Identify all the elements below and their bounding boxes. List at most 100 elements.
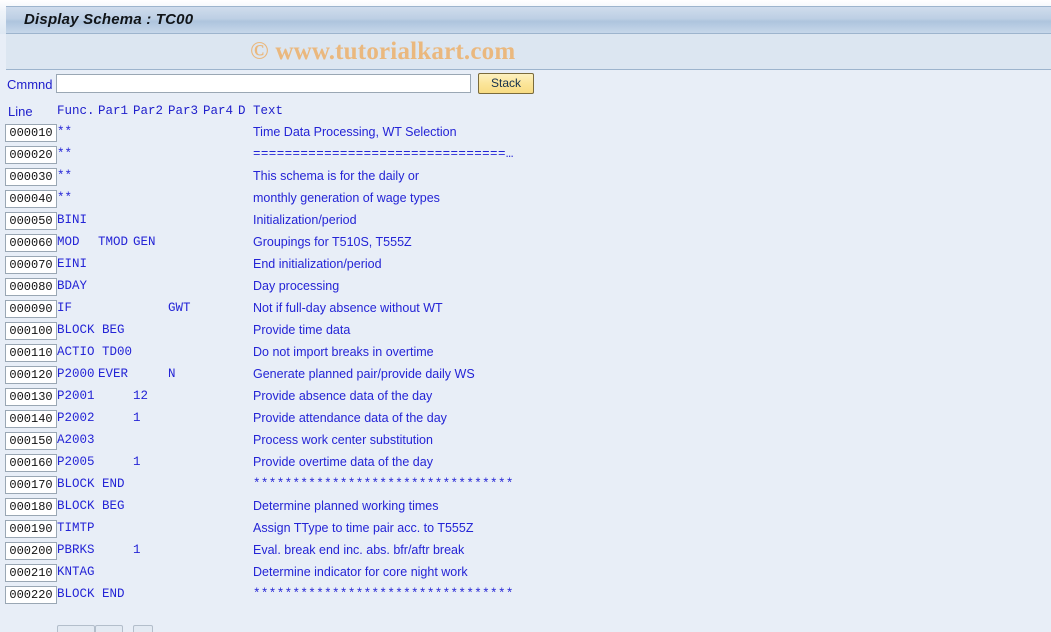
schema-cell-func[interactable]: PBRKS [57,543,95,557]
line-number-field[interactable]: 000110 [5,344,57,362]
line-number-field[interactable]: 000020 [5,146,57,164]
schema-cell-text[interactable]: End initialization/period [253,257,382,271]
schema-cell-func[interactable]: ** [57,169,72,183]
schema-cell-text[interactable]: This schema is for the daily or [253,169,419,183]
schema-cell-text[interactable]: Time Data Processing, WT Selection [253,125,457,139]
line-number-field[interactable]: 000210 [5,564,57,582]
line-number-field[interactable]: 000090 [5,300,57,318]
line-number-field[interactable]: 000180 [5,498,57,516]
schema-cell-func[interactable]: ** [57,125,72,139]
schema-cell-text[interactable]: ================================… [253,147,514,161]
schema-cell-func[interactable]: MOD [57,235,80,249]
schema-cell-text[interactable]: monthly generation of wage types [253,191,440,205]
schema-cell-text[interactable]: Process work center substitution [253,433,433,447]
line-number-field[interactable]: 000220 [5,586,57,604]
schema-cell-text[interactable]: Determine indicator for core night work [253,565,468,579]
bottom-toolbar-button-1[interactable] [57,625,95,632]
table-row[interactable]: 000020 ** ================================… [0,145,1051,167]
schema-cell-func[interactable]: BLOCK END [57,477,125,491]
line-number-field[interactable]: 000010 [5,124,57,142]
stack-button[interactable]: Stack [478,73,534,94]
command-input[interactable] [56,74,471,93]
schema-cell-func[interactable]: BDAY [57,279,87,293]
table-row[interactable]: 000210 KNTAG Determine indicator for core … [0,563,1051,585]
table-row[interactable]: 000090 IF GWT Not if full-day absence witho… [0,299,1051,321]
table-row[interactable]: 000130 P2001 12 Provide absence data of the… [0,387,1051,409]
schema-cell-par3[interactable]: GWT [168,301,191,315]
schema-cell-text[interactable]: Provide time data [253,323,350,337]
table-row[interactable]: 000060 MOD TMOD GEN Groupings for T510S, T55… [0,233,1051,255]
schema-cell-func[interactable]: ** [57,147,72,161]
schema-cell-text[interactable]: Provide attendance data of the day [253,411,447,425]
line-number-field[interactable]: 000170 [5,476,57,494]
schema-cell-par2[interactable]: 1 [133,455,141,469]
schema-cell-func[interactable]: ** [57,191,72,205]
schema-cell-par2[interactable]: 1 [133,543,141,557]
line-number-field[interactable]: 000140 [5,410,57,428]
table-row[interactable]: 000190 TIMTP Assign TType to time pair acc… [0,519,1051,541]
table-row[interactable]: 000120 P2000 EVER N Generate planned pair/pr… [0,365,1051,387]
schema-cell-text[interactable]: Day processing [253,279,339,293]
schema-cell-text[interactable]: Initialization/period [253,213,357,227]
schema-cell-func[interactable]: IF [57,301,72,315]
schema-cell-func[interactable]: BLOCK BEG [57,499,125,513]
schema-cell-func[interactable]: BLOCK BEG [57,323,125,337]
table-row[interactable]: 000150 A2003 Process work center substitut… [0,431,1051,453]
schema-cell-func[interactable]: BINI [57,213,87,227]
table-row[interactable]: 000040 ** monthly generation of wage types [0,189,1051,211]
schema-cell-text[interactable]: Determine planned working times [253,499,439,513]
schema-cell-func[interactable]: P2002 [57,411,95,425]
schema-cell-func[interactable]: KNTAG [57,565,95,579]
table-row[interactable]: 000030 ** This schema is for the daily or [0,167,1051,189]
table-row[interactable]: 000220 BLOCK END *************************… [0,585,1051,607]
table-row[interactable]: 000180 BLOCK BEG Determine planned working… [0,497,1051,519]
table-row[interactable]: 000050 BINI Initialization/period [0,211,1051,233]
schema-cell-func[interactable]: A2003 [57,433,95,447]
schema-cell-func[interactable]: BLOCK END [57,587,125,601]
line-number-field[interactable]: 000040 [5,190,57,208]
line-number-field[interactable]: 000080 [5,278,57,296]
schema-cell-text[interactable]: Generate planned pair/provide daily WS [253,367,475,381]
schema-cell-func[interactable]: EINI [57,257,87,271]
bottom-toolbar-button-2[interactable] [95,625,123,632]
schema-cell-par1[interactable]: TMOD [98,235,128,249]
line-number-field[interactable]: 000070 [5,256,57,274]
line-number-field[interactable]: 000100 [5,322,57,340]
table-row[interactable]: 000170 BLOCK END *************************… [0,475,1051,497]
table-row[interactable]: 000070 EINI End initialization/period [0,255,1051,277]
schema-cell-text[interactable]: Provide absence data of the day [253,389,432,403]
schema-cell-text[interactable]: Eval. break end inc. abs. bfr/aftr break [253,543,464,557]
table-row[interactable]: 000160 P2005 1 Provide overtime data of the… [0,453,1051,475]
schema-cell-text[interactable]: Assign TType to time pair acc. to T555Z [253,521,473,535]
table-row[interactable]: 000200 PBRKS 1 Eval. break end inc. abs. bf… [0,541,1051,563]
schema-cell-par1[interactable]: EVER [98,367,128,381]
table-row[interactable]: 000110 ACTIO TD00 Do not import breaks in … [0,343,1051,365]
schema-cell-text[interactable]: Groupings for T510S, T555Z [253,235,412,249]
line-number-field[interactable]: 000160 [5,454,57,472]
line-number-field[interactable]: 000150 [5,432,57,450]
line-number-field[interactable]: 000030 [5,168,57,186]
bottom-toolbar-button-3[interactable] [133,625,153,632]
schema-cell-text[interactable]: Provide overtime data of the day [253,455,433,469]
line-number-field[interactable]: 000130 [5,388,57,406]
schema-cell-text[interactable]: Not if full-day absence without WT [253,301,443,315]
schema-cell-text[interactable]: ********************************* [253,587,514,601]
line-number-field[interactable]: 000120 [5,366,57,384]
line-number-field[interactable]: 000060 [5,234,57,252]
schema-cell-func[interactable]: ACTIO TD00 [57,345,132,359]
table-row[interactable]: 000080 BDAY Day processing [0,277,1051,299]
schema-cell-func[interactable]: P2001 [57,389,95,403]
schema-cell-par3[interactable]: N [168,367,176,381]
schema-cell-func[interactable]: TIMTP [57,521,95,535]
schema-cell-par2[interactable]: GEN [133,235,156,249]
table-row[interactable]: 000140 P2002 1 Provide attendance data of t… [0,409,1051,431]
line-number-field[interactable]: 000050 [5,212,57,230]
line-number-field[interactable]: 000190 [5,520,57,538]
line-number-field[interactable]: 000200 [5,542,57,560]
schema-cell-text[interactable]: ********************************* [253,477,514,491]
schema-cell-par2[interactable]: 1 [133,411,141,425]
schema-cell-par2[interactable]: 12 [133,389,148,403]
table-row[interactable]: 000010 ** Time Data Processing, WT Selecti… [0,123,1051,145]
schema-cell-text[interactable]: Do not import breaks in overtime [253,345,434,359]
table-row[interactable]: 000100 BLOCK BEG Provide time data [0,321,1051,343]
